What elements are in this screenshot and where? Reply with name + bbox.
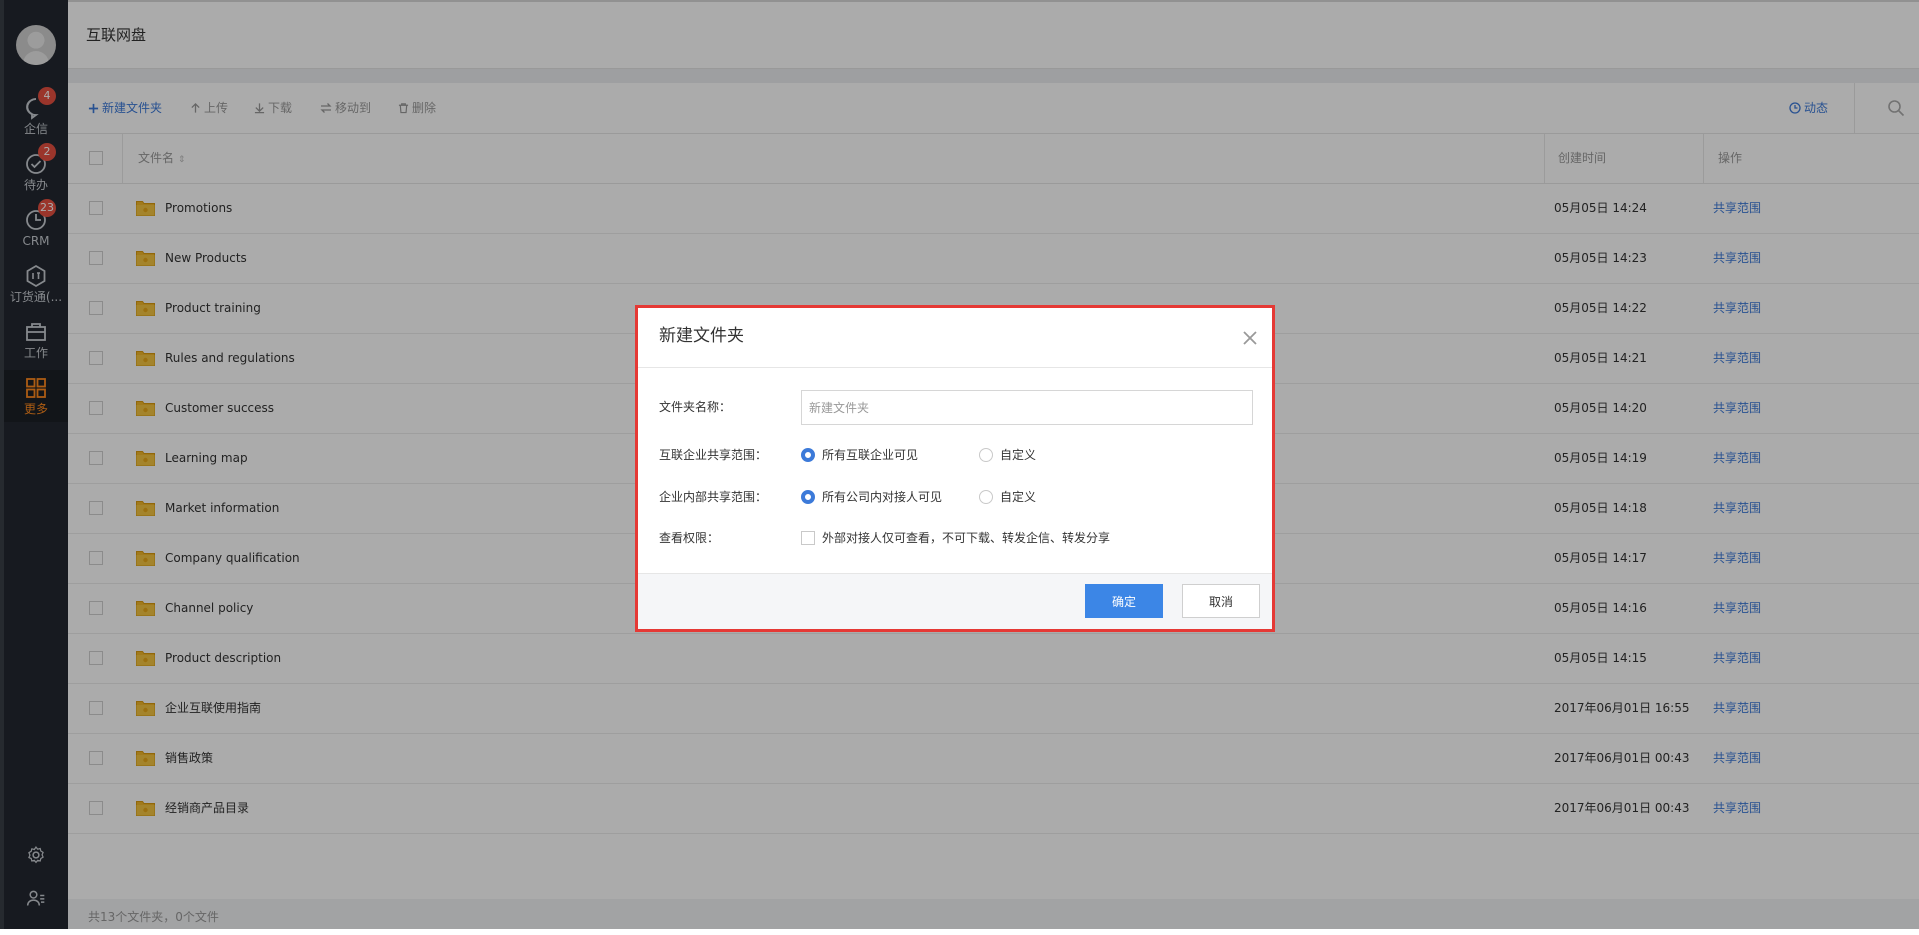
radio-all-interconnect[interactable] (801, 448, 815, 462)
view-permission-label: 查看权限： (659, 531, 720, 545)
dialog-footer: 确定 取消 (638, 573, 1272, 629)
radio-interconnect-custom-label[interactable]: 自定义 (1000, 438, 1036, 472)
radio-all-internal[interactable] (801, 490, 815, 504)
radio-internal-custom[interactable] (979, 490, 993, 504)
internal-scope-row: 企业内部共享范围： 所有公司内对接人可见 自定义 (659, 480, 1259, 514)
close-icon[interactable] (1240, 328, 1260, 348)
dialog-title: 新建文件夹 (659, 326, 744, 346)
interconnect-scope-row: 互联企业共享范围： 所有互联企业可见 自定义 (659, 438, 1259, 472)
internal-scope-label: 企业内部共享范围： (659, 490, 768, 504)
folder-name-input[interactable] (801, 390, 1253, 425)
radio-all-internal-label[interactable]: 所有公司内对接人可见 (822, 480, 942, 514)
view-only-checkbox-label[interactable]: 外部对接人仅可查看，不可下载、转发企信、转发分享 (822, 521, 1110, 555)
new-folder-dialog: 新建文件夹 文件夹名称： 互联企业共享范围： 所有互联企业可见 自定义 企业内部… (635, 305, 1275, 632)
folder-name-label: 文件夹名称： (659, 400, 732, 414)
cancel-button[interactable]: 取消 (1182, 584, 1260, 618)
view-only-checkbox[interactable] (801, 531, 815, 545)
radio-all-interconnect-label[interactable]: 所有互联企业可见 (822, 438, 918, 472)
view-permission-row: 查看权限： 外部对接人仅可查看，不可下载、转发企信、转发分享 (659, 521, 1259, 555)
folder-name-row: 文件夹名称： (659, 390, 1259, 425)
interconnect-scope-label: 互联企业共享范围： (659, 448, 768, 462)
confirm-button[interactable]: 确定 (1085, 584, 1163, 618)
radio-internal-custom-label[interactable]: 自定义 (1000, 480, 1036, 514)
radio-interconnect-custom[interactable] (979, 448, 993, 462)
